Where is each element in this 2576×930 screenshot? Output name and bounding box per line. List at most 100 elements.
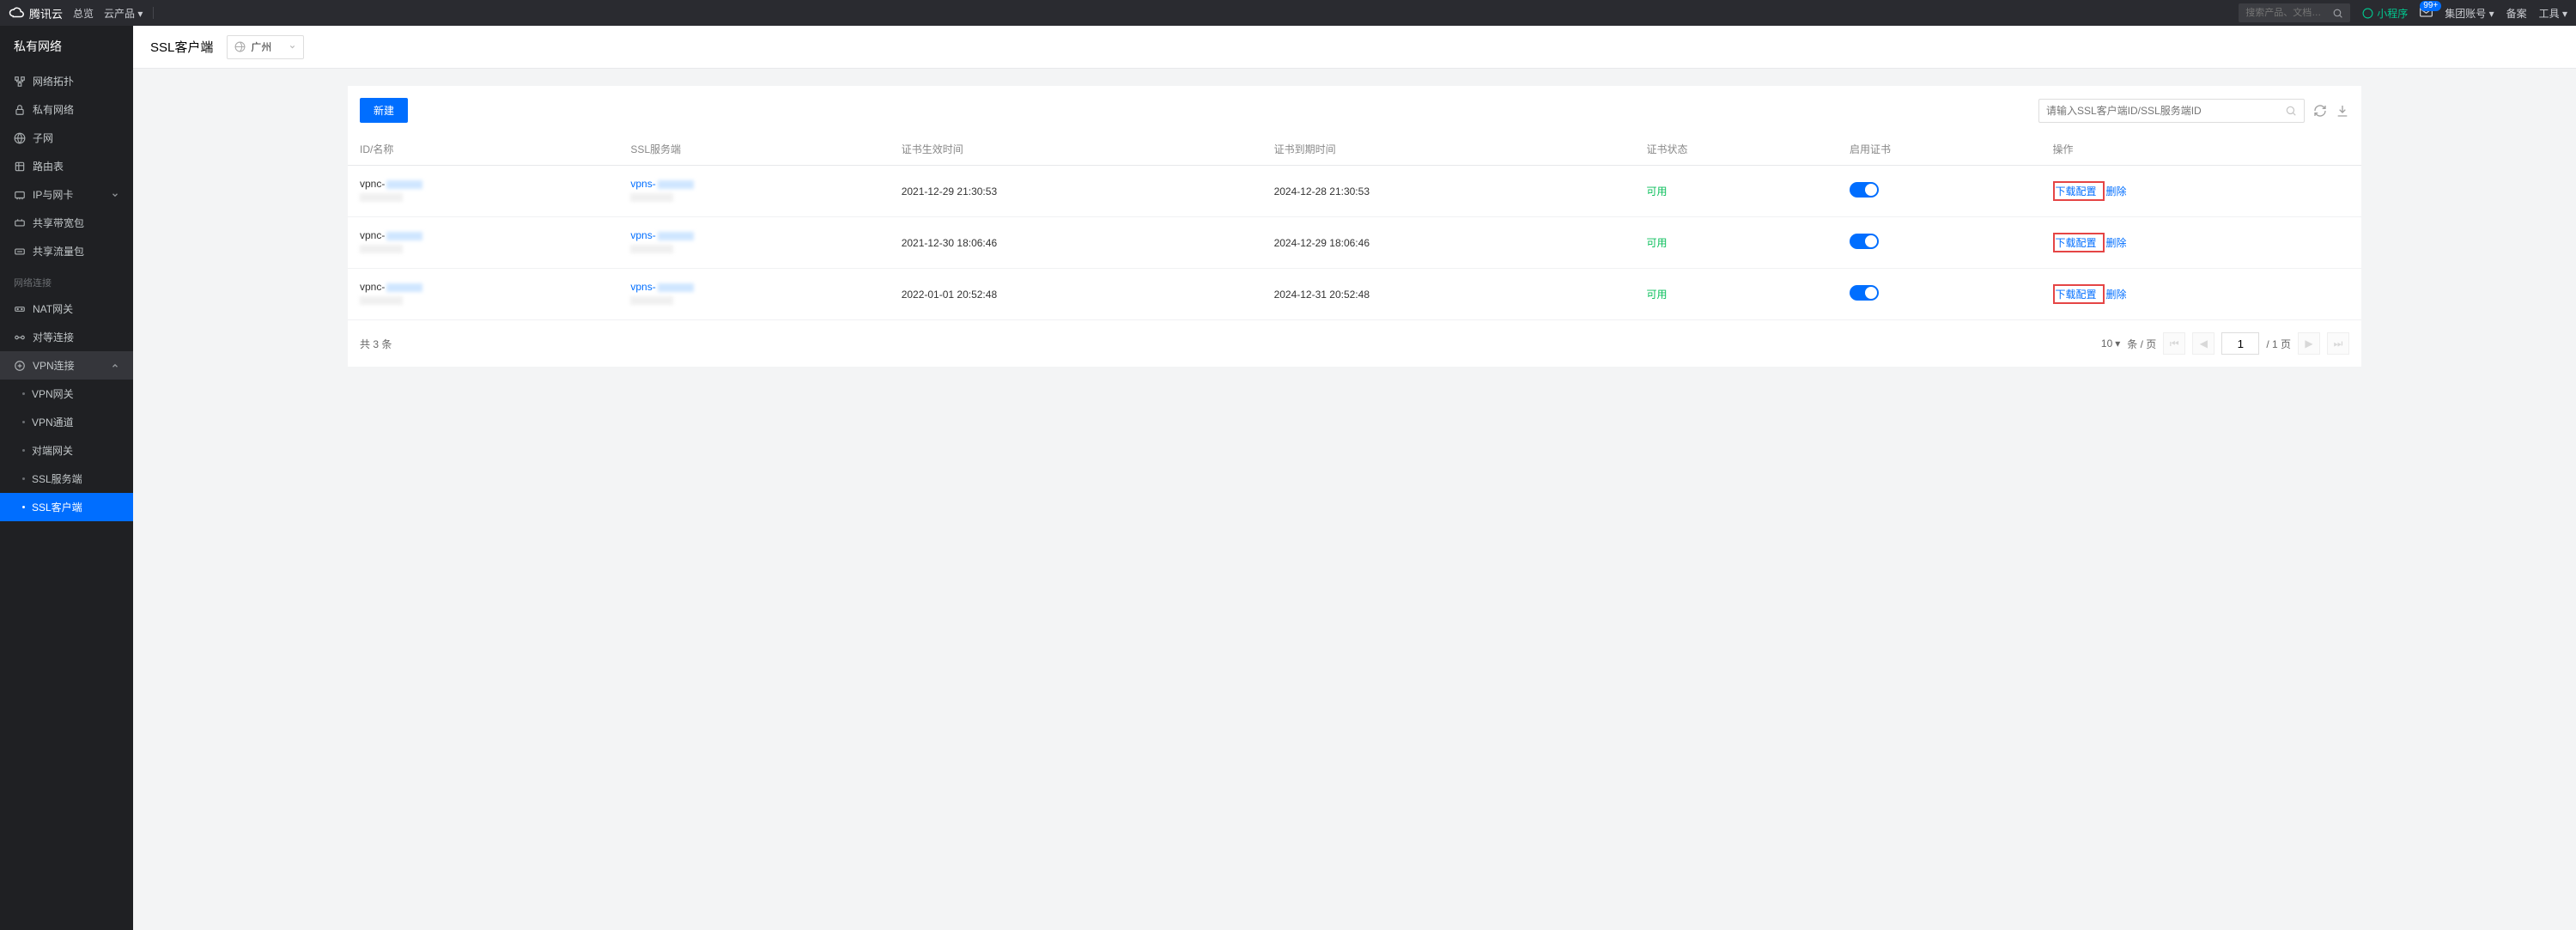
page-title: SSL客户端 xyxy=(150,38,213,56)
cell-start: 2021-12-30 18:06:46 xyxy=(890,217,1262,269)
brand-logo[interactable]: 腾讯云 xyxy=(9,5,63,21)
account-dropdown[interactable]: 集团账号 ▾ xyxy=(2445,6,2494,21)
sidebar-item-vpn[interactable]: VPN连接 xyxy=(0,351,133,380)
page-header: SSL客户端 广州 xyxy=(133,26,2576,69)
sidebar-sub-vpntunnel[interactable]: VPN通道 xyxy=(0,408,133,436)
download-config-link[interactable]: 下载配置 xyxy=(2056,237,2097,249)
cloud-products-link[interactable]: 云产品 ▾ xyxy=(104,6,143,21)
delete-link[interactable]: 删除 xyxy=(2106,185,2127,198)
sidebar-sub-sslclient[interactable]: SSL客户端 xyxy=(0,493,133,521)
column-header-start: 证书生效时间 xyxy=(890,133,1262,166)
page-size-select[interactable]: 10 ▾ xyxy=(2101,337,2120,350)
cell-toggle xyxy=(1838,269,2041,320)
beian-link[interactable]: 备案 xyxy=(2506,6,2527,21)
messages-button[interactable]: 99+ xyxy=(2420,7,2433,20)
sidebar-item-vpc[interactable]: 私有网络 xyxy=(0,95,133,124)
cell-sslserver: vpns- xyxy=(618,166,889,217)
sidebar-item-nat[interactable]: NAT网关 xyxy=(0,295,133,323)
region-label: 广州 xyxy=(251,40,271,54)
lock-icon xyxy=(14,104,26,116)
cell-end: 2024-12-31 20:52:48 xyxy=(1262,269,1635,320)
delete-link[interactable]: 删除 xyxy=(2106,289,2127,301)
search-icon xyxy=(2332,8,2343,19)
download-config-link[interactable]: 下载配置 xyxy=(2056,185,2097,198)
cell-status: 可用 xyxy=(1634,217,1838,269)
sidebar-sub-vpngw[interactable]: VPN网关 xyxy=(0,380,133,408)
download-icon[interactable] xyxy=(2336,104,2349,118)
column-header-ops: 操作 xyxy=(2041,133,2362,166)
peer-icon xyxy=(14,331,26,343)
cell-ops: 下载配置删除 xyxy=(2041,217,2362,269)
cell-toggle xyxy=(1838,166,2041,217)
cell-end: 2024-12-29 18:06:46 xyxy=(1262,217,1635,269)
sidebar-item-traffic[interactable]: 共享流量包 xyxy=(0,237,133,265)
nic-icon xyxy=(14,189,26,201)
overview-link[interactable]: 总览 xyxy=(73,6,94,21)
cell-id: vpnc- xyxy=(348,269,618,320)
traffic-icon xyxy=(14,246,26,258)
sidebar-item-ipnic[interactable]: IP与网卡 xyxy=(0,180,133,209)
table-row: vpnc-vpns-2022-01-01 20:52:482024-12-31 … xyxy=(348,269,2361,320)
table-search-input[interactable] xyxy=(2046,105,2285,117)
column-header-enable: 启用证书 xyxy=(1838,133,2041,166)
top-bar: 腾讯云 总览 云产品 ▾ 小程序 99+ 集团账号 ▾ 备案 工具 ▾ xyxy=(0,0,2576,26)
sidebar-item-peer[interactable]: 对等连接 xyxy=(0,323,133,351)
cell-id: vpnc- xyxy=(348,217,618,269)
sidebar-sub-customergw[interactable]: 对端网关 xyxy=(0,436,133,465)
enable-toggle[interactable] xyxy=(1850,234,1879,249)
global-search-input[interactable] xyxy=(2245,8,2332,18)
panel: 新建 ID/名称 SSL服务端 证书生效时间 xyxy=(348,86,2361,367)
globe-icon xyxy=(14,132,26,144)
first-page-button[interactable]: ⏮ xyxy=(2163,332,2185,355)
chevron-down-icon xyxy=(111,191,119,199)
cloud-icon xyxy=(9,5,24,21)
download-config-link[interactable]: 下载配置 xyxy=(2056,289,2097,301)
cell-sslserver: vpns- xyxy=(618,217,889,269)
chevron-down-icon xyxy=(289,43,296,51)
cell-toggle xyxy=(1838,217,2041,269)
column-header-end: 证书到期时间 xyxy=(1262,133,1635,166)
table-row: vpnc-vpns-2021-12-30 18:06:462024-12-29 … xyxy=(348,217,2361,269)
messages-badge: 99+ xyxy=(2420,1,2441,11)
column-header-sslserver: SSL服务端 xyxy=(618,133,889,166)
chevron-up-icon xyxy=(111,362,119,370)
cell-sslserver: vpns- xyxy=(618,269,889,320)
nat-icon xyxy=(14,303,26,315)
column-header-id: ID/名称 xyxy=(348,133,618,166)
region-select[interactable]: 广州 xyxy=(227,35,304,59)
brand-text: 腾讯云 xyxy=(29,5,63,21)
total-pages: / 1 页 xyxy=(2266,337,2291,351)
divider xyxy=(153,7,154,19)
sidebar-item-routetable[interactable]: 路由表 xyxy=(0,152,133,180)
page-input[interactable] xyxy=(2221,332,2259,355)
globe-icon xyxy=(234,41,246,52)
chevron-down-icon: ▾ xyxy=(137,8,143,20)
sidebar-item-subnet[interactable]: 子网 xyxy=(0,124,133,152)
tools-dropdown[interactable]: 工具 ▾ xyxy=(2539,6,2567,21)
table-search[interactable] xyxy=(2038,99,2305,123)
cell-ops: 下载配置删除 xyxy=(2041,166,2362,217)
cell-status: 可用 xyxy=(1634,269,1838,320)
new-button[interactable]: 新建 xyxy=(360,98,408,123)
enable-toggle[interactable] xyxy=(1850,285,1879,301)
prev-page-button[interactable]: ◀ xyxy=(2192,332,2215,355)
sidebar-sub-sslserver[interactable]: SSL服务端 xyxy=(0,465,133,493)
cell-status: 可用 xyxy=(1634,166,1838,217)
sidebar-group-label: 网络连接 xyxy=(0,265,133,295)
search-icon xyxy=(2285,105,2297,117)
global-search[interactable] xyxy=(2239,3,2350,22)
cell-end: 2024-12-28 21:30:53 xyxy=(1262,166,1635,217)
delete-link[interactable]: 删除 xyxy=(2106,237,2127,249)
last-page-button[interactable]: ⏭ xyxy=(2327,332,2349,355)
pagination: 共 3 条 10 ▾ 条 / 页 ⏮ ◀ / 1 页 ▶ ⏭ xyxy=(348,320,2361,367)
miniprogram-link[interactable]: 小程序 xyxy=(2362,6,2408,21)
sidebar-item-topology[interactable]: 网络拓扑 xyxy=(0,67,133,95)
refresh-icon[interactable] xyxy=(2313,104,2327,118)
cell-start: 2022-01-01 20:52:48 xyxy=(890,269,1262,320)
next-page-button[interactable]: ▶ xyxy=(2298,332,2320,355)
enable-toggle[interactable] xyxy=(1850,182,1879,198)
sidebar-item-bwp[interactable]: 共享带宽包 xyxy=(0,209,133,237)
bandwidth-icon xyxy=(14,217,26,229)
route-icon xyxy=(14,161,26,173)
cell-ops: 下载配置删除 xyxy=(2041,269,2362,320)
